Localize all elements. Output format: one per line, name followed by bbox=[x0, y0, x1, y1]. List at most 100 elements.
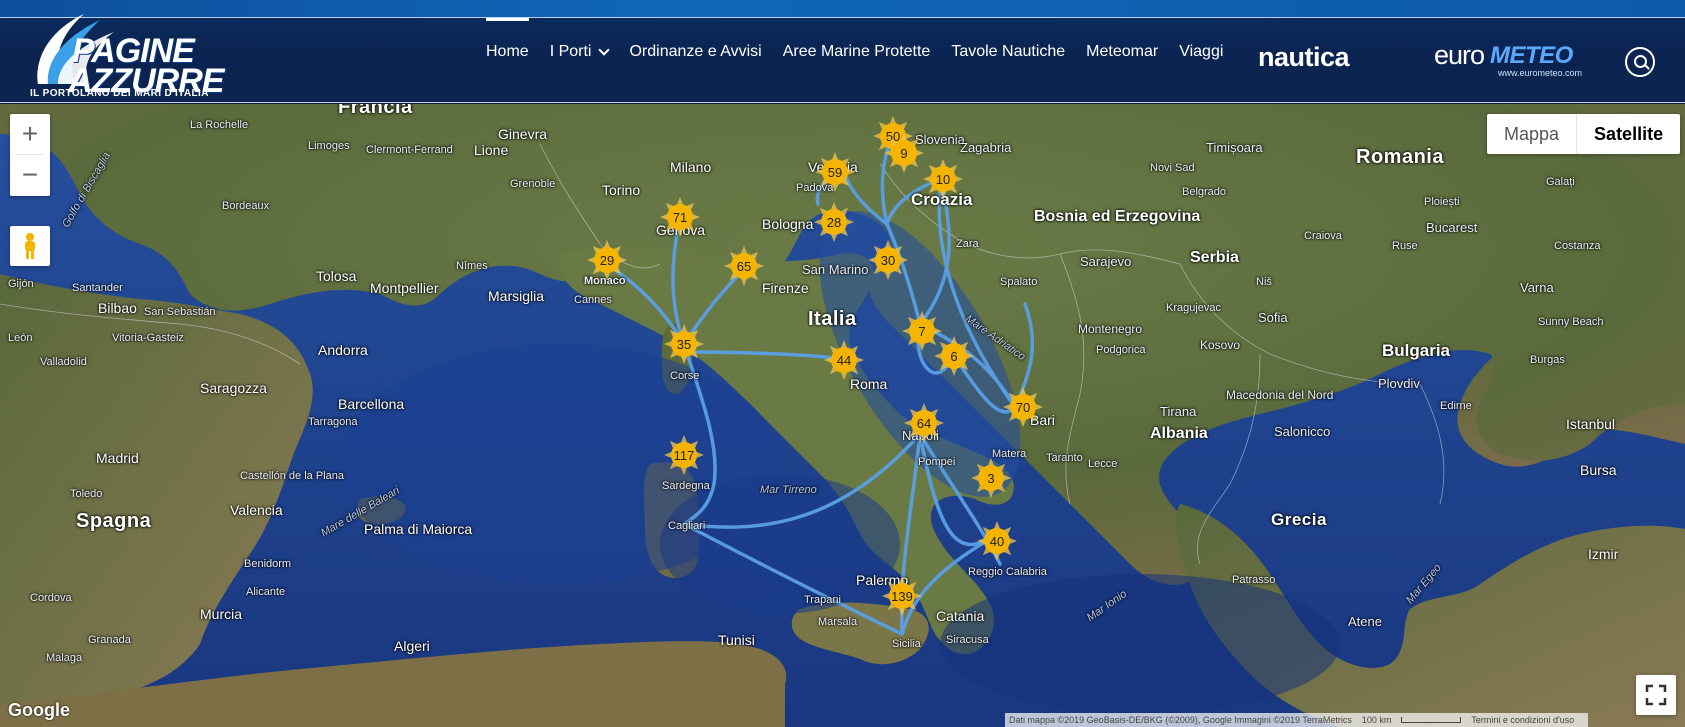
city-label: Sardegna bbox=[662, 480, 710, 492]
city-label: Lecce bbox=[1088, 458, 1118, 470]
map-canvas[interactable]: Francia Italia Spagna Croazia Bosnia ed … bbox=[0, 104, 1685, 727]
port-cluster-marker[interactable]: 6 bbox=[932, 334, 976, 378]
zoom-in-button[interactable]: + bbox=[10, 114, 50, 154]
city-label: Salonicco bbox=[1274, 424, 1331, 439]
map-type-satellite-button[interactable]: Satellite bbox=[1576, 114, 1680, 154]
map-type-mappa-button[interactable]: Mappa bbox=[1487, 114, 1576, 154]
nav-ordinanze[interactable]: Ordinanze e Avvisi bbox=[629, 0, 761, 103]
city-label: Plovdiv bbox=[1378, 376, 1420, 391]
city-label: Toledo bbox=[70, 488, 103, 500]
nav-porti[interactable]: I Porti bbox=[549, 0, 611, 103]
port-cluster-marker[interactable]: 40 bbox=[975, 519, 1019, 563]
city-label: Gijón bbox=[8, 278, 34, 290]
city-label: Burgas bbox=[1530, 354, 1565, 366]
port-cluster-marker[interactable]: 44 bbox=[822, 338, 866, 382]
city-label: Barcellona bbox=[338, 396, 405, 412]
port-cluster-marker[interactable]: 3 bbox=[969, 456, 1013, 500]
google-logo: Google bbox=[8, 700, 70, 720]
city-label: Tunisi bbox=[718, 632, 755, 648]
meteo-word: METEO bbox=[1490, 42, 1573, 69]
port-cluster-marker[interactable]: 64 bbox=[902, 401, 946, 445]
port-cluster-marker[interactable]: 65 bbox=[722, 244, 766, 288]
nav-porti-label: I Porti bbox=[549, 42, 592, 60]
map-terms-link[interactable]: Termini e condizioni d'uso bbox=[1471, 713, 1574, 727]
city-label: Bucarest bbox=[1426, 220, 1478, 235]
city-label: Marsiglia bbox=[488, 288, 545, 304]
sea-label: Mar Tirreno bbox=[760, 484, 817, 496]
cluster-count: 6 bbox=[950, 348, 958, 364]
city-label: Cannes bbox=[574, 294, 612, 306]
city-label: Bologna bbox=[762, 216, 814, 232]
city-label: Zagabria bbox=[960, 140, 1012, 155]
country-label: Bosnia ed Erzegovina bbox=[1034, 208, 1201, 225]
city-label: Palma di Maiorca bbox=[364, 521, 473, 537]
nav-home[interactable]: Home bbox=[486, 0, 529, 103]
city-label: Lione bbox=[474, 142, 509, 158]
port-cluster-marker[interactable]: 71 bbox=[658, 195, 702, 239]
eurometeo-brand-link[interactable]: euro METEO www.eurometeo.com bbox=[1428, 40, 1588, 80]
nav-ordinanze-label: Ordinanze e Avvisi bbox=[629, 42, 762, 60]
nav-viaggi[interactable]: Viaggi bbox=[1179, 0, 1223, 103]
country-label: Albania bbox=[1150, 425, 1208, 442]
port-cluster-marker[interactable]: 29 bbox=[585, 238, 629, 282]
chevron-down-icon bbox=[598, 43, 611, 56]
nav-tavole-nautiche-label: Tavole Nautiche bbox=[951, 42, 1066, 60]
city-label: Valencia bbox=[230, 502, 283, 518]
city-label: Sicilia bbox=[892, 638, 921, 650]
country-label: Macedonia del Nord bbox=[1226, 388, 1334, 402]
nautica-brand-link[interactable]: nautica bbox=[1258, 42, 1350, 73]
city-label: Cagliari bbox=[668, 520, 706, 532]
city-label: Algeri bbox=[394, 638, 430, 654]
country-label: Francia bbox=[338, 104, 413, 118]
street-view-pegman-icon[interactable] bbox=[10, 226, 50, 266]
city-label: Patrasso bbox=[1232, 574, 1276, 586]
port-cluster-marker[interactable]: 9 bbox=[882, 131, 926, 175]
city-label: Montpellier bbox=[370, 280, 439, 296]
port-cluster-marker[interactable]: 35 bbox=[662, 322, 706, 366]
city-label: Ploiești bbox=[1424, 196, 1460, 208]
city-label: Tarragona bbox=[308, 416, 358, 428]
country-label: Spagna bbox=[76, 510, 152, 532]
port-cluster-marker[interactable]: 30 bbox=[866, 238, 910, 282]
port-cluster-marker[interactable]: 70 bbox=[1001, 385, 1045, 429]
fullscreen-icon[interactable] bbox=[1636, 675, 1676, 715]
search-icon[interactable] bbox=[1625, 47, 1655, 77]
port-cluster-marker[interactable]: 117 bbox=[662, 433, 706, 477]
city-label: Marsala bbox=[818, 616, 858, 628]
city-label: Spalato bbox=[1000, 276, 1038, 288]
euro-word: euro bbox=[1434, 40, 1485, 70]
port-cluster-marker[interactable]: 10 bbox=[921, 157, 965, 201]
site-logo[interactable]: PAGINE AZZURRE IL PORTOLANO DEI MARI D'I… bbox=[28, 10, 224, 99]
nav-tavole-nautiche[interactable]: Tavole Nautiche bbox=[951, 0, 1065, 103]
port-cluster-marker[interactable]: 59 bbox=[813, 150, 857, 194]
nav-home-label: Home bbox=[486, 42, 529, 60]
main-nav: Home I Porti Ordinanze e Avvisi Aree Mar… bbox=[486, 0, 1244, 103]
city-label: Firenze bbox=[762, 280, 809, 296]
port-cluster-marker[interactable]: 28 bbox=[812, 200, 856, 244]
city-label: Granada bbox=[88, 634, 131, 646]
city-label: Santander bbox=[72, 282, 123, 294]
eurometeo-url: www.eurometeo.com bbox=[1498, 68, 1583, 78]
city-label: Craiova bbox=[1304, 230, 1342, 242]
city-label: Zara bbox=[956, 238, 979, 250]
map-type-control: Mappa Satellite bbox=[1487, 114, 1681, 154]
city-label: Ruse bbox=[1392, 240, 1418, 252]
city-label: Galați bbox=[1546, 176, 1575, 188]
country-label: Romania bbox=[1356, 146, 1444, 168]
logo-tagline: IL PORTOLANO DEI MARI D'ITALIA bbox=[30, 88, 209, 99]
city-label: Istanbul bbox=[1566, 416, 1616, 432]
city-label: Corse bbox=[670, 370, 700, 382]
port-cluster-marker[interactable]: 139 bbox=[880, 574, 924, 618]
cluster-count: 28 bbox=[826, 214, 842, 230]
nav-aree-marine[interactable]: Aree Marine Protette bbox=[783, 0, 931, 103]
cluster-count: 10 bbox=[935, 171, 951, 187]
city-label: Nîmes bbox=[456, 260, 488, 272]
cluster-count: 139 bbox=[891, 588, 913, 604]
nav-viaggi-label: Viaggi bbox=[1179, 42, 1224, 60]
zoom-out-button[interactable]: − bbox=[10, 155, 50, 195]
city-label: Taranto bbox=[1046, 452, 1083, 464]
city-label: Edirne bbox=[1440, 400, 1472, 412]
cluster-count: 40 bbox=[989, 533, 1005, 549]
map-scale-label: 100 km bbox=[1361, 715, 1392, 725]
nav-meteomar[interactable]: Meteomar bbox=[1086, 0, 1158, 103]
